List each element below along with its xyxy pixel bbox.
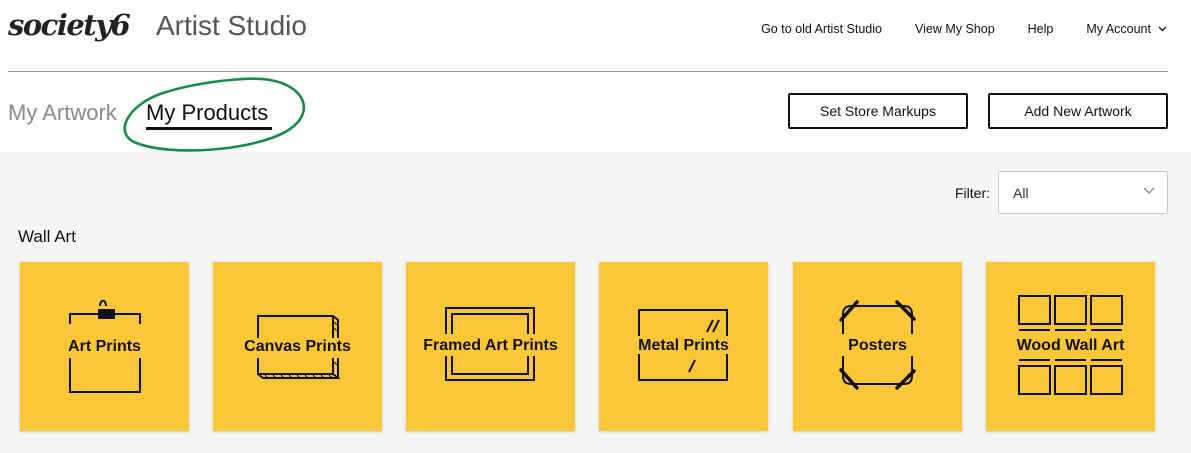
tab-my-artwork[interactable]: My Artwork [8,100,117,126]
account-menu[interactable]: My Account [1086,22,1167,36]
product-card-framed-art-prints[interactable]: Framed Art Prints [406,262,575,431]
filter-label: Filter: [955,185,990,201]
help-link[interactable]: Help [1028,22,1054,36]
app-title: Artist Studio [156,10,307,41]
top-nav: Go to old Artist Studio View My Shop Hel… [761,22,1167,36]
filter-dropdown[interactable]: All [998,171,1168,214]
product-card-label: Canvas Prints [244,338,351,355]
tab-my-products[interactable]: My Products [146,100,268,126]
products-panel: Filter: All Wall Art Art Prints Canvas P… [0,152,1191,453]
product-card-posters[interactable]: Posters [793,262,962,431]
product-card-label: Metal Prints [638,337,729,354]
product-card-canvas-prints[interactable]: Canvas Prints [213,262,382,431]
product-card-metal-prints[interactable]: Metal Prints [599,262,768,431]
product-card-label: Framed Art Prints [423,337,558,354]
product-card-label: Posters [848,337,907,354]
filter-selected-value: All [1013,185,1029,201]
chevron-down-icon [1158,26,1167,32]
header: society6 Artist Studio Go to old Artist … [0,0,1191,72]
old-studio-link[interactable]: Go to old Artist Studio [761,22,882,36]
tabs-row: My Artwork My Products Set Store Markups… [0,72,1191,152]
product-card-label: Wood Wall Art [1016,337,1125,354]
product-card-art-prints[interactable]: Art Prints [20,262,189,431]
product-card-label: Art Prints [68,338,141,355]
set-store-markups-button[interactable]: Set Store Markups [788,93,968,129]
chevron-down-icon [1143,187,1155,194]
account-label: My Account [1086,22,1151,36]
active-tab-underline [146,127,272,130]
product-card-wood-wall-art[interactable]: Wood Wall Art [986,262,1155,431]
section-title: Wall Art [18,227,76,246]
add-new-artwork-button[interactable]: Add New Artwork [988,93,1168,129]
society6-logo[interactable]: society6 [8,8,131,42]
view-shop-link[interactable]: View My Shop [915,22,995,36]
